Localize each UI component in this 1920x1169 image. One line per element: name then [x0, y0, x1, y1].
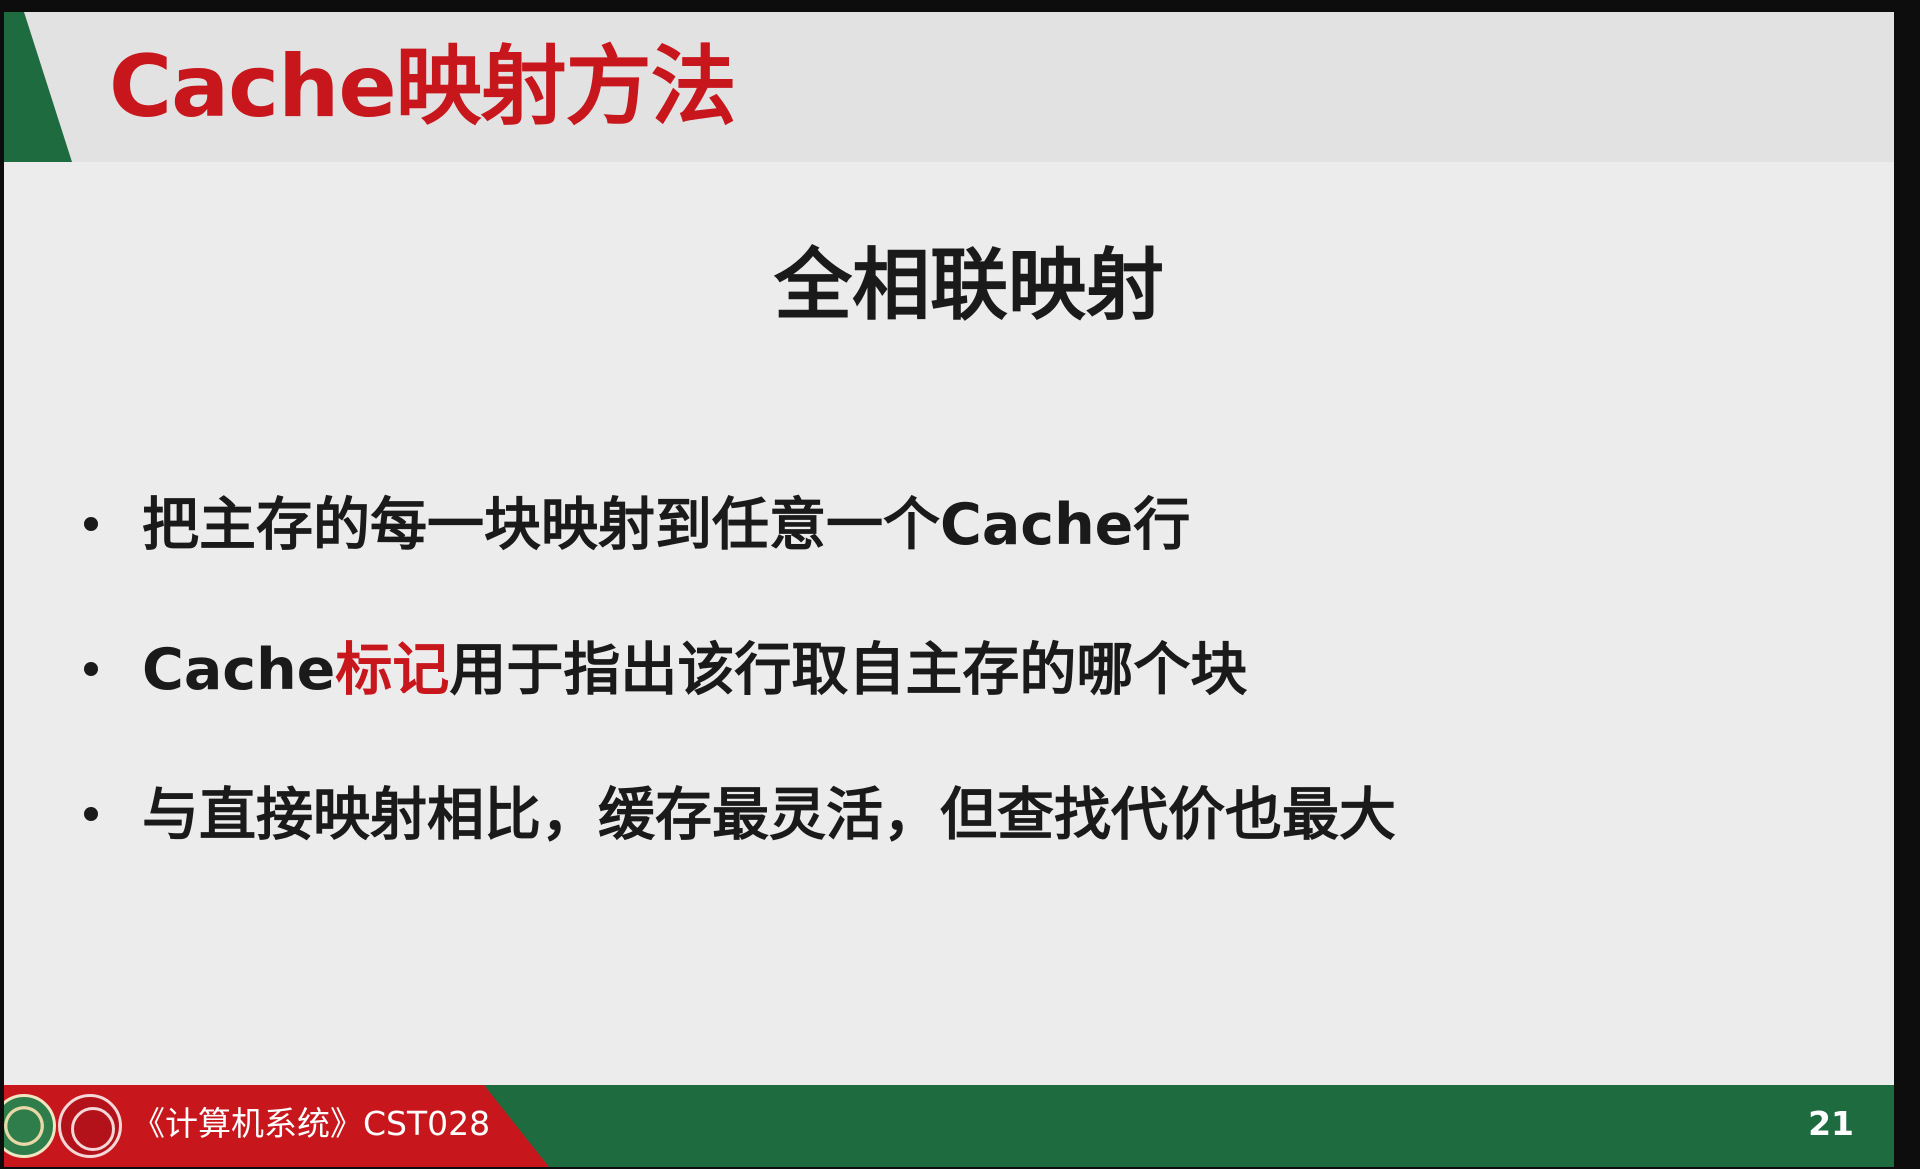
bullet-list: 把主存的每一块映射到任意一个Cache行 Cache标记用于指出该行取自主存的哪… — [84, 480, 1396, 915]
slide-title: Cache映射方法 — [109, 37, 737, 137]
seal-ring-icon — [71, 1107, 115, 1151]
bullet-dot-icon — [84, 517, 98, 532]
bullet-text: 与直接映射相比，缓存最灵活，但查找代价也最大 — [142, 782, 1396, 848]
bullet-text-suffix: 用于指出该行取自主存的哪个块 — [449, 637, 1248, 703]
bullet-dot-icon — [84, 807, 98, 822]
school-seal-icon — [58, 1094, 122, 1158]
course-label: 《计算机系统》CST028 — [132, 1104, 491, 1143]
bullet-item: 与直接映射相比，缓存最灵活，但查找代价也最大 — [84, 770, 1396, 915]
bullet-text: 把主存的每一块映射到任意一个Cache行 — [142, 492, 1191, 558]
bullet-dot-icon — [84, 662, 98, 677]
bullet-item: 把主存的每一块映射到任意一个Cache行 — [84, 480, 1396, 625]
section-heading: 全相联映射 — [773, 241, 1164, 331]
bullet-highlight-term: 标记 — [335, 637, 450, 703]
bullet-item: Cache标记用于指出该行取自主存的哪个块 — [84, 625, 1396, 770]
bullet-text-prefix: Cache — [142, 637, 336, 703]
slide: Cache映射方法 全相联映射 把主存的每一块映射到任意一个Cache行 Cac… — [4, 12, 1894, 1167]
page-number: 21 — [1808, 1104, 1854, 1143]
